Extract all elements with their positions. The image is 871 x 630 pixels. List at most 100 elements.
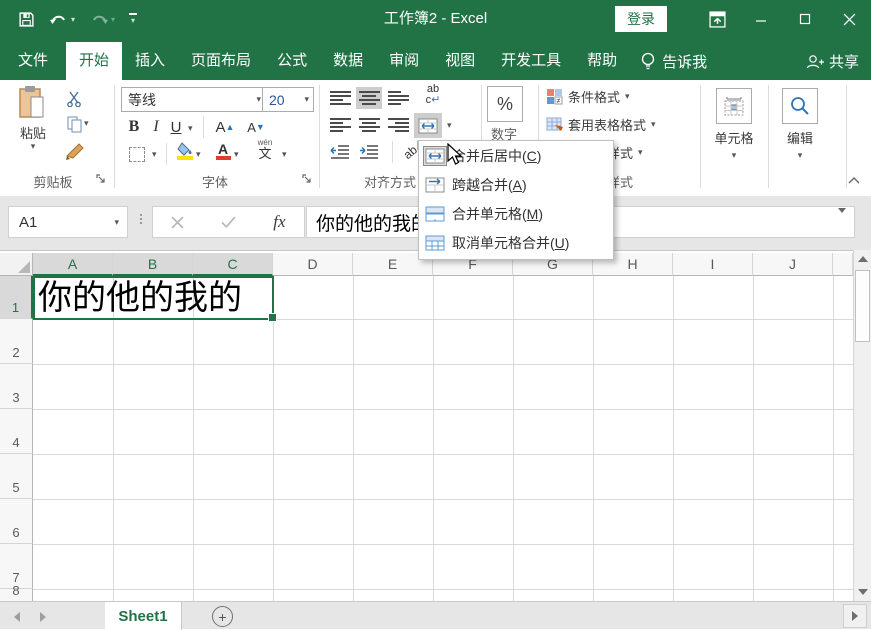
maximize-button[interactable] — [783, 0, 827, 38]
decrease-font-button[interactable]: A▼ — [243, 116, 269, 138]
fill-color-caret-icon[interactable]: ▾ — [196, 150, 201, 159]
copy-caret-icon[interactable]: ▾ — [84, 119, 89, 128]
editing-button[interactable]: 编辑 ▾ — [772, 88, 828, 160]
gridline — [113, 276, 114, 602]
minimize-button[interactable] — [739, 0, 783, 38]
row-header-6[interactable]: 6 — [0, 499, 33, 544]
share-button[interactable]: 共享 — [805, 42, 859, 80]
select-all-corner[interactable] — [0, 253, 33, 276]
phonetic-caret-icon[interactable]: ▾ — [282, 150, 287, 159]
merge-center-menu-icon — [423, 146, 447, 166]
group-divider — [700, 85, 701, 188]
align-right-button[interactable] — [385, 114, 411, 136]
collapse-ribbon-button[interactable] — [848, 176, 860, 185]
insert-function-button[interactable]: fx — [273, 212, 285, 232]
conditional-formatting-button[interactable]: ≠ 条件格式 ▾ — [546, 87, 630, 106]
row-header-4[interactable]: 4 — [0, 409, 33, 454]
menu-item-merge-across[interactable]: 跨越合并(A) — [419, 170, 613, 199]
column-header-a[interactable]: A — [33, 253, 113, 276]
tab-review[interactable]: 审阅 — [376, 42, 432, 80]
group-divider — [319, 85, 320, 188]
align-center-button[interactable] — [356, 114, 382, 136]
format-painter-button[interactable] — [62, 140, 88, 162]
tab-formulas[interactable]: 公式 — [264, 42, 320, 80]
menu-item-unmerge-cells[interactable]: 取消单元格合并(U) — [419, 228, 613, 257]
column-header-j[interactable]: J — [753, 253, 833, 276]
tell-me-box[interactable]: 告诉我 — [630, 42, 717, 80]
vertical-scroll-thumb[interactable] — [855, 270, 870, 342]
next-sheet-button[interactable] — [40, 612, 46, 622]
close-button[interactable] — [827, 0, 871, 38]
cells-button[interactable]: 单元格 ▾ — [706, 88, 762, 160]
gridline — [353, 276, 354, 602]
ribbon-display-options-button[interactable] — [695, 0, 739, 38]
middle-align-button[interactable] — [356, 87, 382, 109]
hscroll-right-button[interactable] — [843, 604, 867, 628]
bold-button[interactable]: B — [124, 116, 144, 138]
name-box-caret-icon[interactable]: ▾ — [114, 218, 119, 227]
column-header-i[interactable]: I — [673, 253, 753, 276]
clipboard-dialog-launcher[interactable] — [96, 174, 107, 185]
column-header-partial[interactable] — [833, 253, 853, 276]
scroll-down-button[interactable] — [854, 583, 871, 601]
borders-caret-icon[interactable]: ▾ — [152, 150, 157, 159]
increase-font-button[interactable]: A▲ — [212, 116, 238, 138]
bottom-align-button[interactable] — [385, 87, 411, 109]
tab-insert[interactable]: 插入 — [122, 42, 178, 80]
prev-sheet-button[interactable] — [14, 612, 20, 622]
login-button[interactable]: 登录 — [615, 6, 667, 32]
top-align-button[interactable] — [327, 87, 353, 109]
sheet-tab-sheet1[interactable]: Sheet1 — [105, 602, 182, 630]
active-cell-value[interactable]: 你的他的我的 — [38, 278, 242, 318]
tab-view[interactable]: 视图 — [432, 42, 488, 80]
menu-item-merge-cells[interactable]: 合并单元格(M) — [419, 199, 613, 228]
row-header-5[interactable]: 5 — [0, 454, 33, 499]
percent-style-button[interactable]: % — [487, 86, 523, 122]
tab-developer[interactable]: 开发工具 — [488, 42, 574, 80]
row-header-3[interactable]: 3 — [0, 364, 33, 409]
column-header-d[interactable]: D — [273, 253, 353, 276]
font-size-combo[interactable]: 20 ▾ — [262, 87, 314, 112]
borders-button[interactable] — [124, 143, 150, 165]
expand-formula-bar-icon[interactable] — [838, 213, 846, 231]
font-name-combo[interactable]: 等线 ▾ — [121, 87, 266, 112]
align-left-button[interactable] — [327, 114, 353, 136]
paste-button[interactable]: 粘贴 ▾ — [10, 85, 56, 171]
tab-data[interactable]: 数据 — [320, 42, 376, 80]
tab-page-layout[interactable]: 页面布局 — [178, 42, 264, 80]
menu-item-label: 合并单元格(M) — [452, 204, 543, 224]
gridline — [33, 454, 853, 455]
merge-center-button[interactable] — [414, 113, 442, 138]
decrease-indent-button[interactable] — [327, 141, 353, 163]
wrap-text-button[interactable]: ab c↵ — [420, 84, 446, 106]
phonetic-guide-button[interactable]: wén 文 — [252, 138, 278, 160]
italic-button[interactable]: I — [147, 116, 165, 138]
cancel-entry-icon[interactable] — [171, 216, 184, 229]
format-as-table-button[interactable]: 套用表格格式 ▾ — [546, 115, 656, 134]
group-divider — [114, 85, 115, 188]
tab-file[interactable]: 文件 — [0, 42, 66, 80]
increase-indent-button[interactable] — [356, 141, 382, 163]
fill-handle[interactable] — [268, 313, 277, 322]
font-dialog-launcher[interactable] — [302, 174, 313, 185]
new-sheet-button[interactable]: + — [212, 606, 233, 627]
column-header-b[interactable]: B — [113, 253, 193, 276]
column-header-c[interactable]: C — [193, 253, 273, 276]
cut-button[interactable] — [62, 88, 88, 110]
row-header-1[interactable]: 1 — [0, 276, 33, 319]
underline-caret-icon[interactable]: ▾ — [188, 124, 193, 133]
row-header-2[interactable]: 2 — [0, 319, 33, 364]
fill-color-button[interactable] — [172, 140, 198, 162]
confirm-entry-icon[interactable] — [221, 216, 236, 228]
namebox-splitter[interactable] — [140, 214, 142, 224]
name-box[interactable]: A1 ▾ — [8, 206, 128, 238]
conditional-formatting-icon: ≠ — [546, 88, 563, 105]
vertical-scrollbar[interactable] — [853, 250, 871, 601]
tab-home[interactable]: 开始 — [66, 42, 122, 80]
font-color-button[interactable]: A — [210, 140, 236, 162]
merge-caret-icon[interactable]: ▾ — [447, 121, 452, 130]
font-color-caret-icon[interactable]: ▾ — [234, 150, 239, 159]
tab-help[interactable]: 帮助 — [574, 42, 630, 80]
scroll-up-button[interactable] — [854, 250, 871, 268]
underline-button[interactable]: U — [167, 116, 185, 138]
